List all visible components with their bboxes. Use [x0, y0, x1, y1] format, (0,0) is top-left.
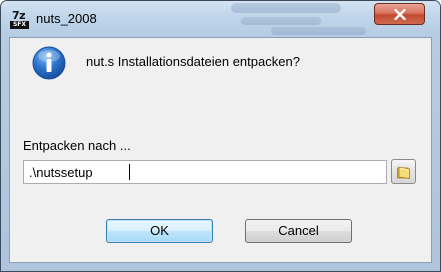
titlebar: 7z SFX nuts_2008	[1, 1, 440, 37]
background-blur	[231, 3, 341, 13]
background-blur	[271, 27, 366, 35]
extract-path-input[interactable]	[23, 160, 387, 184]
cancel-button[interactable]: Cancel	[245, 219, 352, 243]
close-icon	[393, 8, 406, 20]
extract-to-label: Entpacken nach ...	[23, 138, 131, 153]
ok-button[interactable]: OK	[106, 219, 213, 243]
background-blur	[241, 17, 321, 25]
browse-button[interactable]	[391, 159, 416, 184]
text-caret	[129, 164, 130, 180]
info-icon	[32, 46, 66, 80]
sfx-dialog-window: 7z SFX nuts_2008 nut.s Installationsdate…	[0, 0, 441, 272]
window-title: nuts_2008	[36, 11, 97, 26]
folder-icon	[396, 166, 410, 179]
prompt-message: nut.s Installationsdateien entpacken?	[86, 54, 300, 69]
close-button[interactable]	[374, 3, 425, 25]
7zip-sfx-icon: 7z SFX	[10, 10, 29, 29]
